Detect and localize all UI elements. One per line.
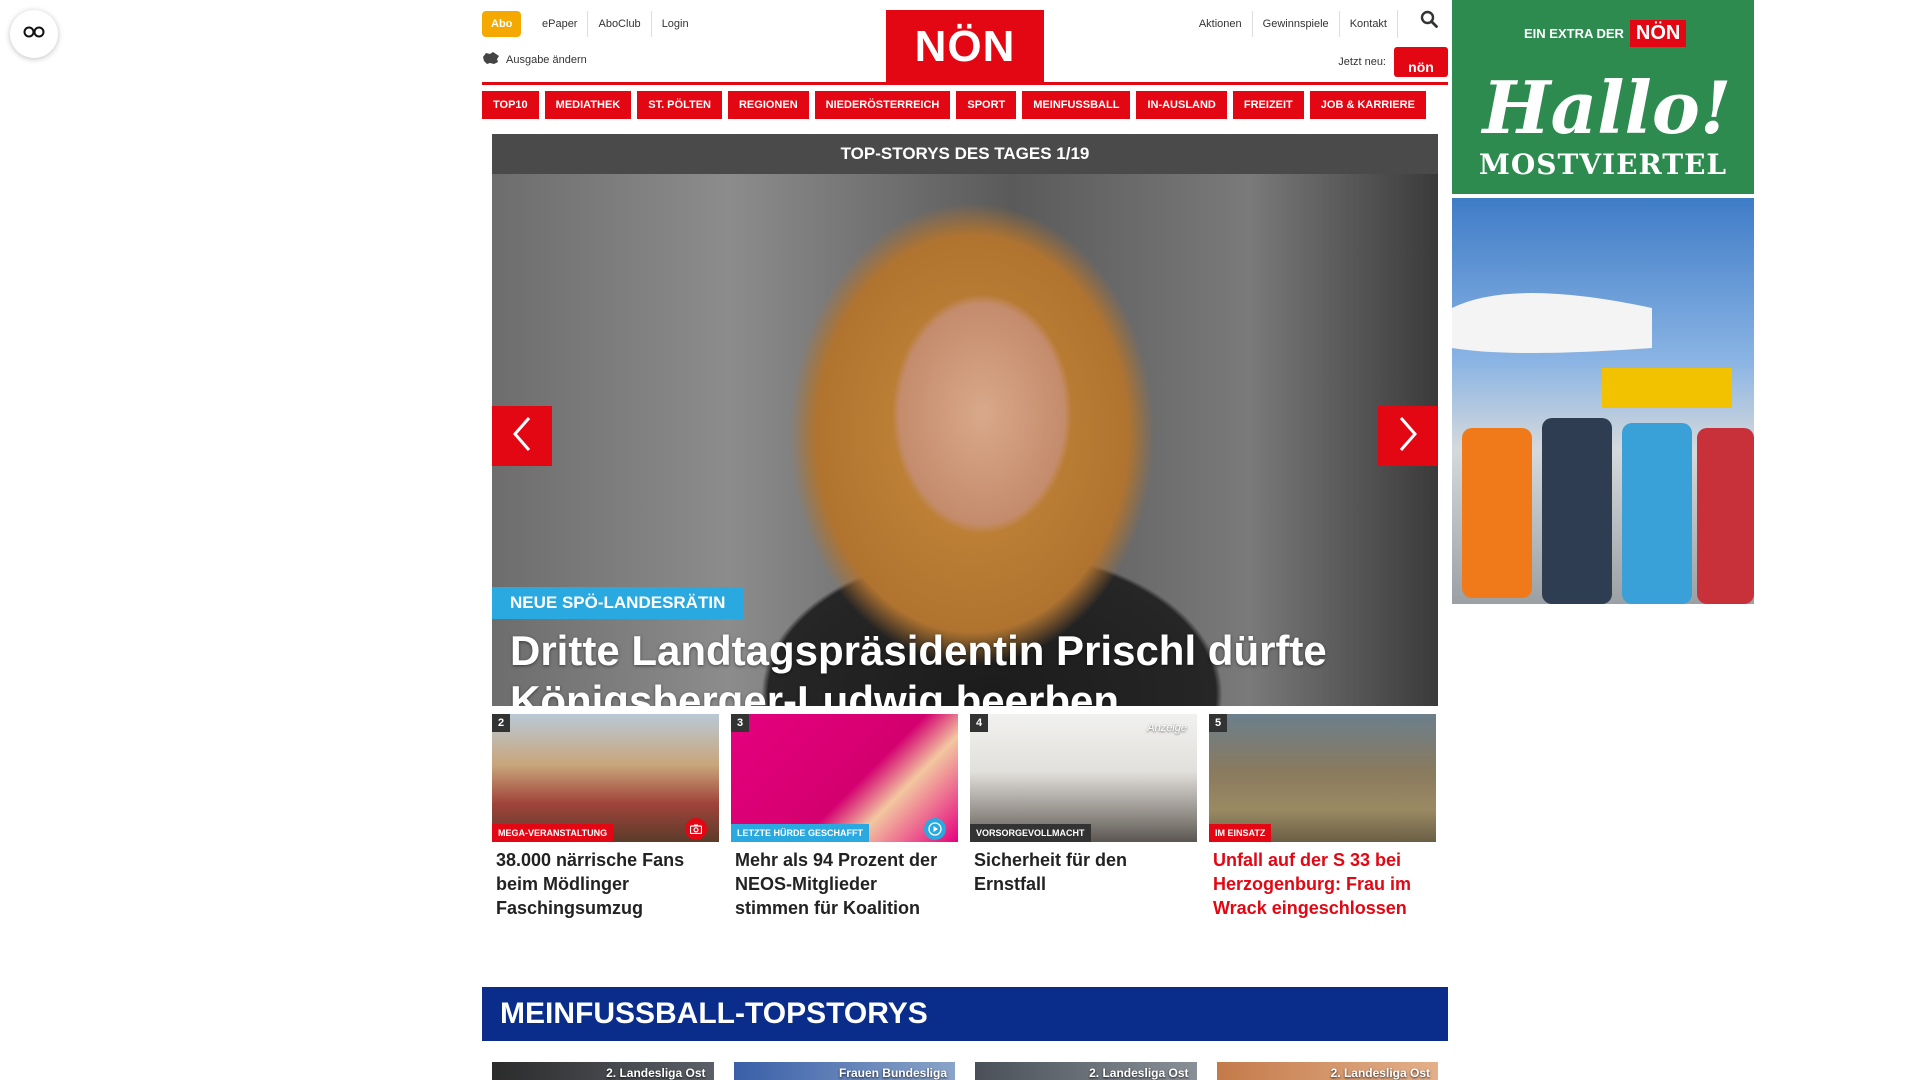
teaser-image[interactable]: 4 Anzeige VORSORGEVOLLMACHT xyxy=(970,714,1197,842)
abo-button[interactable]: Abo xyxy=(482,11,522,37)
hero-category-tag: NEUE SPÖ-LANDESRÄTIN xyxy=(492,587,744,619)
jetzt-neu-badge[interactable]: nön xyxy=(1394,47,1448,77)
meinfussball-card[interactable]: 2. Landesliga Ost xyxy=(492,1062,714,1080)
teaser-card[interactable]: 3 LETZTE HÜRDE GESCHAFFT Mehr als 94 Pro… xyxy=(731,714,958,920)
epaper-link[interactable]: ePaper xyxy=(532,11,587,37)
jetzt-neu: Jetzt neu: nön xyxy=(1338,47,1448,77)
ad-extra: EIN EXTRA DER NÖN xyxy=(1524,20,1687,47)
chevron-left-icon xyxy=(511,416,533,457)
nav-item-freizeit[interactable]: FREIZEIT xyxy=(1232,91,1304,119)
search-icon xyxy=(1410,10,1448,38)
teaser-row: 2 MEGA-VERANSTALTUNG 38.000 närrische Fa… xyxy=(492,714,1438,920)
meinfussball-league: Frauen Bundesliga xyxy=(838,1066,947,1080)
nav-item-st-poelten[interactable]: ST. PÖLTEN xyxy=(637,91,722,119)
meinfussball-league: 2. Landesliga Ost xyxy=(1330,1066,1430,1080)
slider-prev-button[interactable] xyxy=(492,406,552,466)
teaser-card[interactable]: 4 Anzeige VORSORGEVOLLMACHT Sicherheit f… xyxy=(970,714,1197,920)
ad-image xyxy=(1452,198,1754,604)
meinfussball-league: 2. Landesliga Ost xyxy=(1089,1066,1189,1080)
meinfussball-card[interactable]: Frauen Bundesliga xyxy=(733,1062,955,1080)
teaser-category: VORSORGEVOLLMACHT xyxy=(970,824,1091,842)
teaser-image[interactable]: 5 IM EINSATZ xyxy=(1209,714,1436,842)
map-icon xyxy=(482,51,506,68)
nav-item-niederoesterreich[interactable]: NIEDERÖSTERREICH xyxy=(814,91,951,119)
right-links: Aktionen Gewinnspiele Kontakt xyxy=(1189,10,1448,38)
site-header: Abo ePaper AboClub Login Ausgabe ändern … xyxy=(482,0,1448,85)
ad-extra-label: EIN EXTRA DER xyxy=(1524,26,1624,41)
search-button[interactable] xyxy=(1397,10,1448,38)
nav-item-job-karriere[interactable]: JOB & KARRIERE xyxy=(1309,91,1426,119)
nav-item-regionen[interactable]: REGIONEN xyxy=(727,91,809,119)
aktionen-link[interactable]: Aktionen xyxy=(1189,11,1252,37)
slider-next-button[interactable] xyxy=(1378,406,1438,466)
hero-image[interactable]: NEUE SPÖ-LANDESRÄTIN Dritte Landtagspräs… xyxy=(492,174,1438,706)
noen-logo[interactable]: NÖN xyxy=(886,10,1044,84)
top-links: ePaper AboClub Login xyxy=(532,11,699,37)
teaser-category: IM EINSATZ xyxy=(1209,824,1272,842)
teaser-card[interactable]: 2 MEGA-VERANSTALTUNG 38.000 närrische Fa… xyxy=(492,714,719,920)
meinfussball-card[interactable]: 2. Landesliga Ost xyxy=(975,1062,1197,1080)
meinfussball-row: 2. Landesliga Ost Frauen Bundesliga 2. L… xyxy=(492,1062,1438,1080)
hero-headline[interactable]: Dritte Landtagspräsidentin Prischl dürft… xyxy=(510,626,1410,706)
airplane-luggage-illustration xyxy=(1452,293,1754,604)
aboclub-link[interactable]: AboClub xyxy=(587,11,650,37)
nav-item-in-ausland[interactable]: IN-AUSLAND xyxy=(1136,91,1227,119)
ausgabe-label: Ausgabe ändern xyxy=(506,53,587,66)
teaser-number: 5 xyxy=(1209,714,1227,732)
page-content: Abo ePaper AboClub Login Ausgabe ändern … xyxy=(482,0,1448,1080)
teaser-image[interactable]: 3 LETZTE HÜRDE GESCHAFFT xyxy=(731,714,958,842)
nav-item-top10[interactable]: TOP10 xyxy=(482,91,539,119)
meinfussball-card[interactable]: 2. Landesliga Ost xyxy=(1216,1062,1438,1080)
teaser-title[interactable]: Unfall auf der S 33 bei Herzogenburg: Fr… xyxy=(1209,842,1436,920)
jetzt-neu-label: Jetzt neu: xyxy=(1338,56,1386,68)
main-nav: TOP10 MEDIATHEK ST. PÖLTEN REGIONEN NIED… xyxy=(482,91,1448,119)
camera-icon xyxy=(685,818,707,840)
ad-extra-brand: NÖN xyxy=(1629,20,1687,47)
chevron-right-icon xyxy=(1397,416,1419,457)
glasses-icon xyxy=(23,25,45,43)
ad-region: MOSTVIERTEL xyxy=(1478,148,1728,181)
login-link[interactable]: Login xyxy=(650,11,699,37)
ad-label: Anzeige xyxy=(1147,722,1187,734)
header-divider xyxy=(482,82,1448,85)
teaser-number: 2 xyxy=(492,714,510,732)
gewinnspiele-link[interactable]: Gewinnspiele xyxy=(1251,11,1339,37)
top-story-slider: TOP-STORYS DES TAGES 1/19 NEUE SPÖ-LANDE… xyxy=(492,134,1438,706)
nav-item-mediathek[interactable]: MEDIATHEK xyxy=(544,91,632,119)
teaser-number: 3 xyxy=(731,714,749,732)
teaser-title[interactable]: Mehr als 94 Prozent der NEOS-Mitglieder … xyxy=(731,842,958,920)
teaser-image[interactable]: 2 MEGA-VERANSTALTUNG xyxy=(492,714,719,842)
reader-mode-button[interactable] xyxy=(10,10,58,58)
ad-hallo: Hallo! xyxy=(1482,65,1732,150)
teaser-title[interactable]: Sicherheit für den Ernstfall xyxy=(970,842,1197,896)
advertisement[interactable]: EIN EXTRA DER NÖN Hallo! MOSTVIERTEL xyxy=(1452,0,1754,604)
teaser-number: 4 xyxy=(970,714,988,732)
nav-item-meinfussball[interactable]: MEINFUSSBALL xyxy=(1022,91,1131,119)
teaser-title[interactable]: 38.000 närrische Fans beim Mödlinger Fas… xyxy=(492,842,719,920)
ad-banner: EIN EXTRA DER NÖN Hallo! MOSTVIERTEL xyxy=(1452,0,1754,194)
meinfussball-league: 2. Landesliga Ost xyxy=(606,1066,706,1080)
meinfussball-heading[interactable]: MEINFUSSBALL-TOPSTORYS xyxy=(482,987,1448,1041)
play-icon xyxy=(924,818,946,840)
ausgabe-aendern-link[interactable]: Ausgabe ändern xyxy=(482,51,587,68)
slider-title: TOP-STORYS DES TAGES 1/19 xyxy=(492,134,1438,174)
kontakt-link[interactable]: Kontakt xyxy=(1338,11,1397,37)
teaser-category: LETZTE HÜRDE GESCHAFFT xyxy=(731,824,869,842)
teaser-card[interactable]: 5 IM EINSATZ Unfall auf der S 33 bei Her… xyxy=(1209,714,1436,920)
teaser-category: MEGA-VERANSTALTUNG xyxy=(492,824,614,842)
nav-item-sport[interactable]: SPORT xyxy=(956,91,1017,119)
